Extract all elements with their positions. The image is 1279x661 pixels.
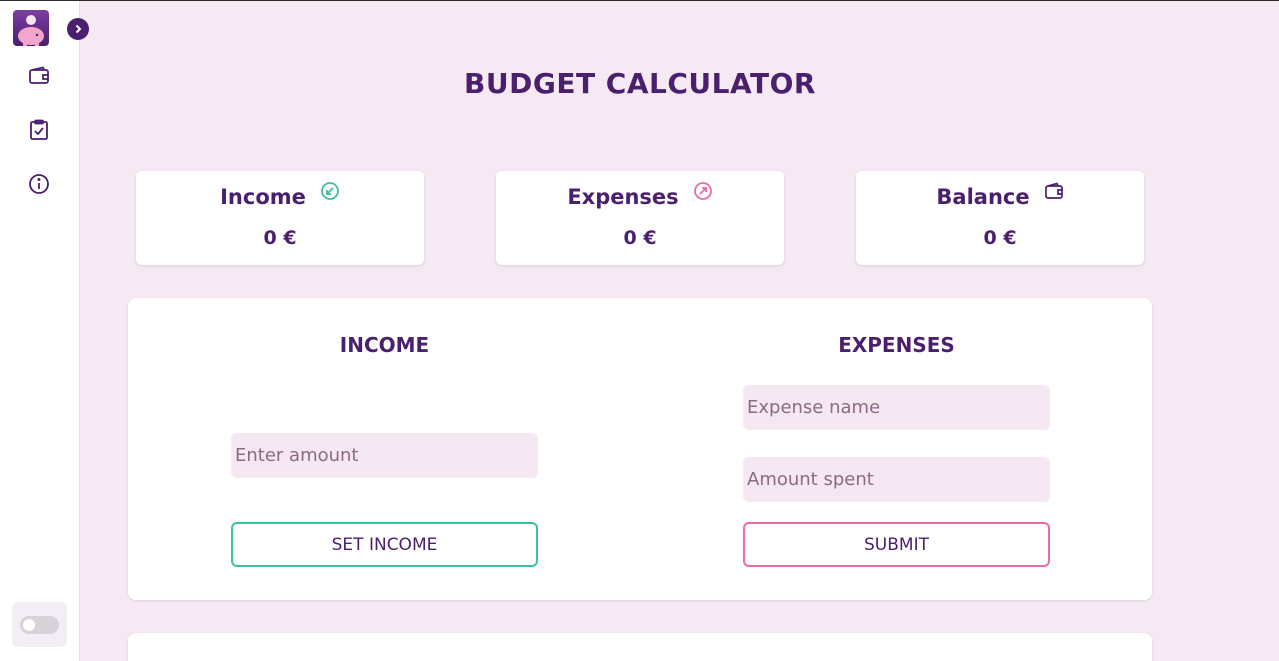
wallet-icon — [1044, 181, 1064, 206]
clipboard-check-icon[interactable] — [28, 119, 50, 141]
sidebar — [0, 1, 80, 661]
expense-list-panel — [128, 633, 1152, 661]
arrow-down-left-circle-icon — [320, 181, 340, 206]
balance-value: 0 — [983, 227, 997, 249]
income-card-label: Income — [220, 185, 306, 209]
page-title: BUDGET CALCULATOR — [464, 67, 816, 100]
forms-panel: INCOME SET INCOME EXPENSES SUBMIT — [128, 298, 1152, 600]
piggy-bank-icon[interactable] — [13, 10, 49, 46]
income-value: 0 — [263, 227, 277, 249]
expenses-currency: € — [643, 227, 657, 249]
expense-amount-input[interactable] — [743, 457, 1050, 502]
income-summary-card: Income 0 € — [136, 171, 424, 265]
expenses-summary-card: Expenses 0 € — [496, 171, 784, 265]
income-form-title: INCOME — [339, 333, 430, 357]
balance-currency: € — [1003, 227, 1017, 249]
balance-card-label: Balance — [936, 185, 1030, 209]
toggle-knob — [23, 619, 35, 631]
arrow-up-right-circle-icon — [693, 181, 713, 206]
submit-expense-button[interactable]: SUBMIT — [743, 522, 1050, 567]
wallet-icon[interactable] — [28, 65, 50, 87]
expense-name-input[interactable] — [743, 385, 1050, 430]
expenses-form-title: EXPENSES — [838, 333, 955, 357]
chevron-right-icon[interactable] — [67, 18, 89, 40]
theme-toggle[interactable] — [20, 616, 59, 634]
balance-summary-card: Balance 0 € — [856, 171, 1144, 265]
info-icon[interactable] — [28, 173, 50, 195]
expenses-value: 0 — [623, 227, 637, 249]
theme-toggle-container — [12, 602, 67, 647]
income-amount-input[interactable] — [231, 433, 538, 478]
set-income-button[interactable]: SET INCOME — [231, 522, 538, 567]
income-currency: € — [283, 227, 297, 249]
expenses-card-label: Expenses — [567, 185, 679, 209]
